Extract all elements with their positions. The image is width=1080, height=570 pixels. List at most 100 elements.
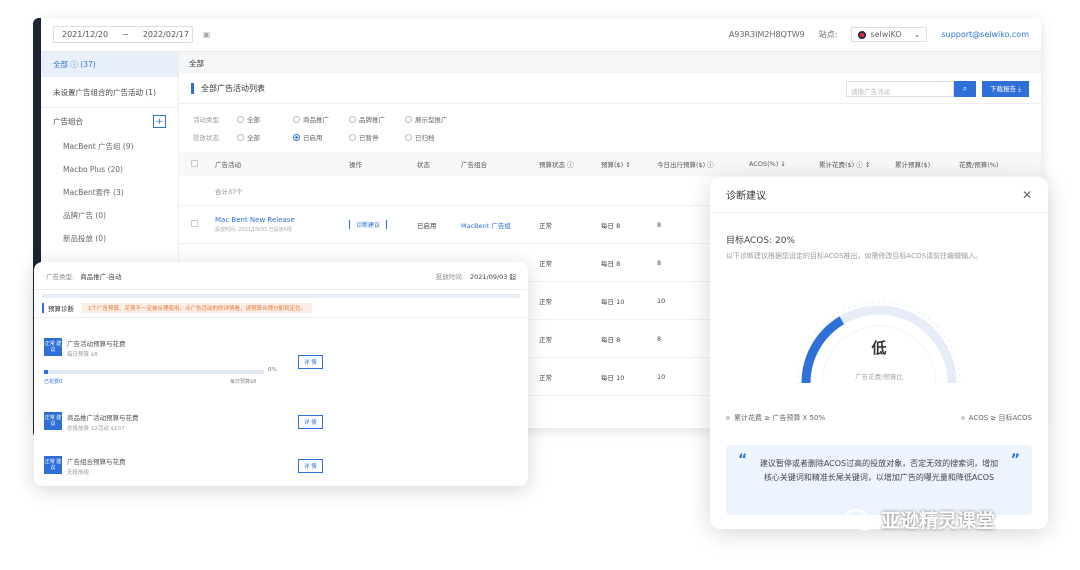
warning-banner: 1个广告预算、花费不一定被合理使用。点广告活动的的详情看，请预算合理分配到定位。 — [82, 302, 313, 313]
wechat-icon — [845, 508, 874, 530]
legend-right: ACOS ≥ 目标ACOS — [960, 413, 1032, 423]
date-separator: ~ — [122, 30, 129, 39]
item-sub: 总投放费 12活动 $107 — [67, 426, 125, 432]
radio-label: 全部 — [247, 134, 260, 142]
diagnosis-item: 正常 建议 商品推广活动预算与花费 总投放费 12活动 $107 — [34, 412, 149, 432]
select-all-checkbox[interactable] — [179, 159, 209, 169]
store-select[interactable]: selwiKO ⌄ — [851, 27, 928, 42]
sidebar-group-label: 广告组合 — [53, 117, 83, 126]
sidebar-item-ungrouped[interactable]: 未设置广告组合的广告活动 (1) — [41, 77, 178, 107]
filter-status: 投放状态 全部 已启用 已暂停 已归档 — [179, 128, 1041, 146]
radio-dot-selected — [293, 133, 300, 141]
sidebar-item-all[interactable]: 全部 ⓘ (37) — [41, 52, 178, 77]
progress-pct: 0% — [268, 367, 277, 373]
col-header[interactable]: 今日出行预算($) ⓘ — [651, 159, 743, 169]
col-header: 操作 — [349, 161, 362, 169]
col-header[interactable]: 预算($) ↕ — [595, 159, 651, 169]
campaign-cell: Mac Bent New Release 投放时间: 2021/09/03 已投… — [209, 216, 343, 233]
panel-title: 诊断建议 — [726, 191, 766, 202]
breadcrumb: 全部 — [179, 52, 1041, 74]
advice-box: “ 建议暂停或者删除ACOS过高的投放对象，否定无效的搜索词，增加核心关键词和精… — [726, 445, 1032, 515]
date-range-picker[interactable]: 2021/12/20 ~ 2022/02/17 ▣ — [53, 26, 210, 43]
sidebar-item-portfolio[interactable]: MacBent 广告组 (9) — [41, 135, 178, 158]
diagnose-button[interactable]: 诊断建议 — [349, 220, 388, 229]
sidebar-group-portfolio: 广告组合 + — [41, 107, 178, 135]
radio-option[interactable]: 全部 — [237, 132, 289, 142]
radio-label: 已归档 — [415, 134, 435, 142]
table-header: 广告活动 操作 状态 广告组合 预算状态 ⓘ 预算($) ↕ 今日出行预算($)… — [179, 152, 1041, 176]
radio-option[interactable]: 已暂停 — [349, 132, 401, 142]
budget-cell: 每日 8 — [601, 259, 621, 268]
item-title: 广告活动预算与花费 — [67, 340, 126, 348]
add-portfolio-button[interactable]: + — [153, 115, 166, 128]
radio-option[interactable]: 全部 — [237, 114, 289, 124]
col-header: 累计预算($) — [895, 161, 931, 169]
radio-label: 展示型推广 — [415, 116, 448, 124]
budget-status-cell: 正常 — [539, 335, 552, 344]
campaign-meta: 投放时间: 2021/09/03 已投放6周 — [215, 227, 292, 233]
sidebar-item-portfolio[interactable]: MacBent套件 (3) — [41, 181, 178, 204]
item-text: 广告组合预算与花费 无投放组 — [67, 456, 126, 476]
col-header: 广告组合 — [461, 161, 487, 169]
radio-option[interactable]: 已归档 — [405, 132, 457, 142]
col-header: 状态 — [417, 161, 430, 169]
sidebar-item-portfolio[interactable]: 品牌广告 (0) — [41, 204, 178, 227]
sidebar-item-portfolio[interactable]: Macbo Plus (20) — [41, 158, 178, 181]
budget-status-cell: 正常 — [539, 221, 552, 230]
sidebar-item-portfolio[interactable]: 新品投放 (0) — [41, 227, 178, 250]
details-button[interactable]: 详 情 — [298, 355, 323, 369]
calendar-icon: ▣ — [202, 30, 211, 39]
quote-open-icon: “ — [738, 452, 748, 468]
budget-cell: 每日 8 — [601, 221, 621, 230]
budget-status-cell: 正常 — [539, 297, 552, 306]
col-header[interactable]: 累计花费($) ⓘ ↕ — [813, 159, 889, 169]
radio-option[interactable]: 商品推广 — [293, 114, 345, 124]
spend-progress-bar — [44, 370, 264, 374]
col-header: 花费/预算(%) — [959, 161, 999, 169]
target-acos: 目标ACOS: 20% — [726, 236, 795, 246]
portfolio-link[interactable]: MacBent 广告组 — [455, 220, 533, 230]
item-text: 广告活动预算与花费 每日预算 $8 — [67, 338, 126, 358]
time-value: 2021/09/03 起 — [469, 272, 516, 281]
filter-label: 投放状态 — [193, 134, 219, 142]
radio-dot — [293, 115, 300, 123]
budget-cell: 每日 8 — [601, 335, 621, 344]
filter-label: 活动类型 — [193, 116, 219, 124]
status-cell: 已启用 — [417, 221, 437, 230]
item-title: 广告组合预算与花费 — [67, 458, 126, 466]
radio-label: 已启用 — [303, 134, 323, 142]
item-sub: 无投放组 — [67, 470, 90, 476]
support-email-link[interactable]: support@selwiko.com — [941, 30, 1029, 39]
close-icon[interactable]: ✕ — [1022, 188, 1032, 202]
radio-option[interactable]: 已启用 — [293, 132, 345, 142]
list-header: 全部广告活动列表 请搜广告活动 ⌕ 下载报告 ⤓ — [179, 74, 1041, 104]
time-label: 投放时间: — [435, 272, 464, 281]
ad-type-value: 商品推广-自动 — [80, 272, 122, 281]
legend-dot — [960, 416, 965, 420]
search-input[interactable]: 请搜广告活动 — [846, 80, 955, 97]
watermark-text: 亚逊精灵课堂 — [881, 510, 996, 532]
status-tag: 正常 建议 — [44, 412, 62, 430]
campaign-name-link[interactable]: Mac Bent New Release — [215, 216, 343, 224]
item-title: 商品推广活动预算与花费 — [67, 414, 139, 422]
legend-right-text: ACOS ≥ 目标ACOS — [968, 414, 1032, 422]
col-header[interactable]: 预算状态 ⓘ — [533, 159, 595, 169]
list-title: 全部广告活动列表 — [191, 83, 265, 94]
account-id: A93R3IM2H8QTW9 — [728, 30, 805, 39]
radio-dot — [405, 115, 412, 123]
progress-left-label: 已花费0 — [44, 379, 63, 385]
quote-close-icon: ” — [1010, 452, 1020, 468]
diagnosis-item: 正常 建议 广告活动预算与花费 每日预算 $8 — [34, 338, 136, 358]
radio-option[interactable]: 展示型推广 — [405, 114, 469, 124]
search-button[interactable]: ⌕ — [954, 80, 977, 97]
row-checkbox[interactable] — [179, 220, 209, 229]
budget-section-header: 预算诊断 1个广告预算、花费不一定被合理使用。点广告活动的的详情看，请预算合理分… — [34, 298, 528, 318]
details-button[interactable]: 详 情 — [298, 459, 323, 473]
advice-text: 建议暂停或者删除ACOS过高的投放对象，否定无效的搜索词，增加核心关键词和精准长… — [759, 459, 999, 482]
status-tag: 正常 建议 — [44, 456, 62, 474]
download-report-button[interactable]: 下载报告 ⤓ — [982, 80, 1029, 97]
radio-option[interactable]: 品牌推广 — [349, 114, 401, 124]
us-flag-icon — [858, 30, 867, 39]
col-header[interactable]: ACOS(%) ↓ — [743, 160, 813, 168]
details-button[interactable]: 详 情 — [298, 415, 323, 429]
